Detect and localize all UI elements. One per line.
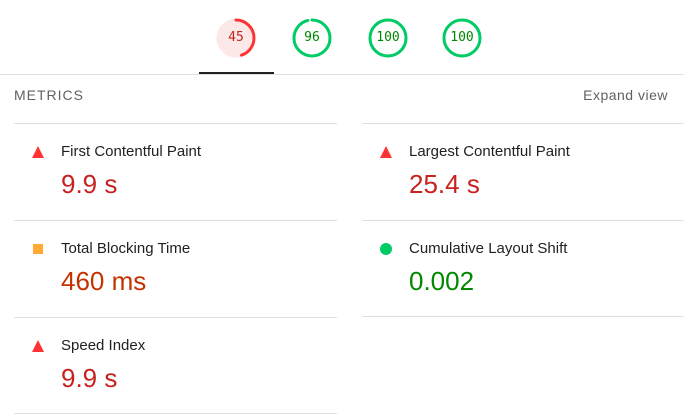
metric-value: 9.9 s [61,363,118,393]
metric-first-contentful-paint: First Contentful Paint 9.9 s [14,123,337,219]
metric-value: 460 ms [61,266,147,296]
metric-label: Total Blocking Time [61,240,191,257]
metric-cumulative-layout-shift: Cumulative Layout Shift 0.002 [362,220,684,316]
active-tab-indicator [199,72,274,74]
metric-value: 9.9 s [61,169,118,199]
metric-label: Cumulative Layout Shift [409,240,568,257]
metrics-title: METRICS [14,87,84,103]
red-triangle-icon [32,340,44,352]
gauge-seo[interactable]: 100 [442,18,482,58]
lighthouse-report: 45 96 100 100 METRICS Expand view First … [0,0,684,419]
gauge-score: 100 [450,30,474,45]
gauge-score: 96 [304,30,320,45]
metric-largest-contentful-paint: Largest Contentful Paint 25.4 s [362,123,684,219]
red-triangle-icon [380,146,392,158]
orange-square-icon [33,244,43,254]
divider [362,316,684,317]
gauge-accessibility[interactable]: 96 [292,18,332,58]
metric-label: Largest Contentful Paint [409,143,570,160]
red-triangle-icon [32,146,44,158]
metric-label: Speed Index [61,337,146,354]
metric-total-blocking-time: Total Blocking Time 460 ms [14,220,337,316]
gauge-score: 45 [228,30,244,45]
green-circle-icon [380,243,392,255]
category-gauges: 45 96 100 100 [0,0,684,75]
gauge-performance[interactable]: 45 [216,18,256,58]
expand-view-toggle[interactable]: Expand view [583,87,668,103]
gauge-best-practices[interactable]: 100 [368,18,408,58]
metric-label: First Contentful Paint [61,143,202,160]
metric-value: 25.4 s [409,169,480,199]
metric-speed-index: Speed Index 9.9 s [14,317,337,413]
gauge-score: 100 [376,30,400,45]
metric-value: 0.002 [409,266,475,296]
divider [14,413,337,414]
